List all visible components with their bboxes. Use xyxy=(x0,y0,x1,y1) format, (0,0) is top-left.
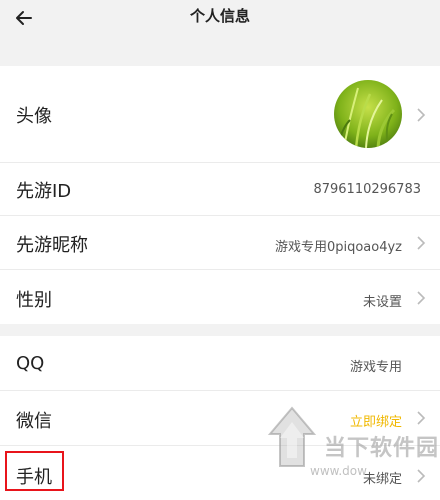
avatar-label: 头像 xyxy=(16,106,52,127)
chevron-right-icon xyxy=(417,469,426,483)
chevron-right-icon xyxy=(417,411,426,425)
top-bar: 个人信息 xyxy=(0,0,440,66)
profile-section: 头像 先游ID 8796110296783 先游昵称 游戏专用0piqoao4y… xyxy=(0,66,440,324)
id-label: 先游ID xyxy=(16,181,72,202)
id-row: 先游ID 8796110296783 xyxy=(0,163,440,216)
phone-value: 未绑定 xyxy=(362,472,402,487)
wechat-row[interactable]: 微信 立即绑定 xyxy=(0,391,440,446)
id-value: 8796110296783 xyxy=(313,182,421,197)
gender-value: 未设置 xyxy=(362,295,402,310)
gender-label: 性别 xyxy=(16,290,52,311)
phone-row[interactable]: 手机 未绑定 xyxy=(0,446,440,500)
chevron-right-icon xyxy=(417,291,426,305)
wechat-label: 微信 xyxy=(16,411,52,432)
phone-highlight-box xyxy=(5,451,64,491)
avatar xyxy=(334,80,402,148)
gender-row[interactable]: 性别 未设置 xyxy=(0,270,440,324)
wechat-bind-link[interactable]: 立即绑定 xyxy=(350,411,402,430)
chevron-right-icon xyxy=(417,108,426,122)
qq-label: QQ xyxy=(16,353,45,374)
nickname-row[interactable]: 先游昵称 游戏专用0piqoao4yz xyxy=(0,216,440,270)
avatar-row[interactable]: 头像 xyxy=(0,66,440,163)
nickname-value: 游戏专用0piqoao4yz xyxy=(274,240,402,255)
account-binding-section: QQ 游戏专用 微信 立即绑定 手机 未绑定 xyxy=(0,336,440,500)
page-title: 个人信息 xyxy=(189,7,250,25)
chevron-right-icon xyxy=(417,236,426,250)
nickname-label: 先游昵称 xyxy=(16,235,88,256)
qq-value: 游戏专用 xyxy=(349,360,402,375)
qq-row: QQ 游戏专用 xyxy=(0,336,440,391)
